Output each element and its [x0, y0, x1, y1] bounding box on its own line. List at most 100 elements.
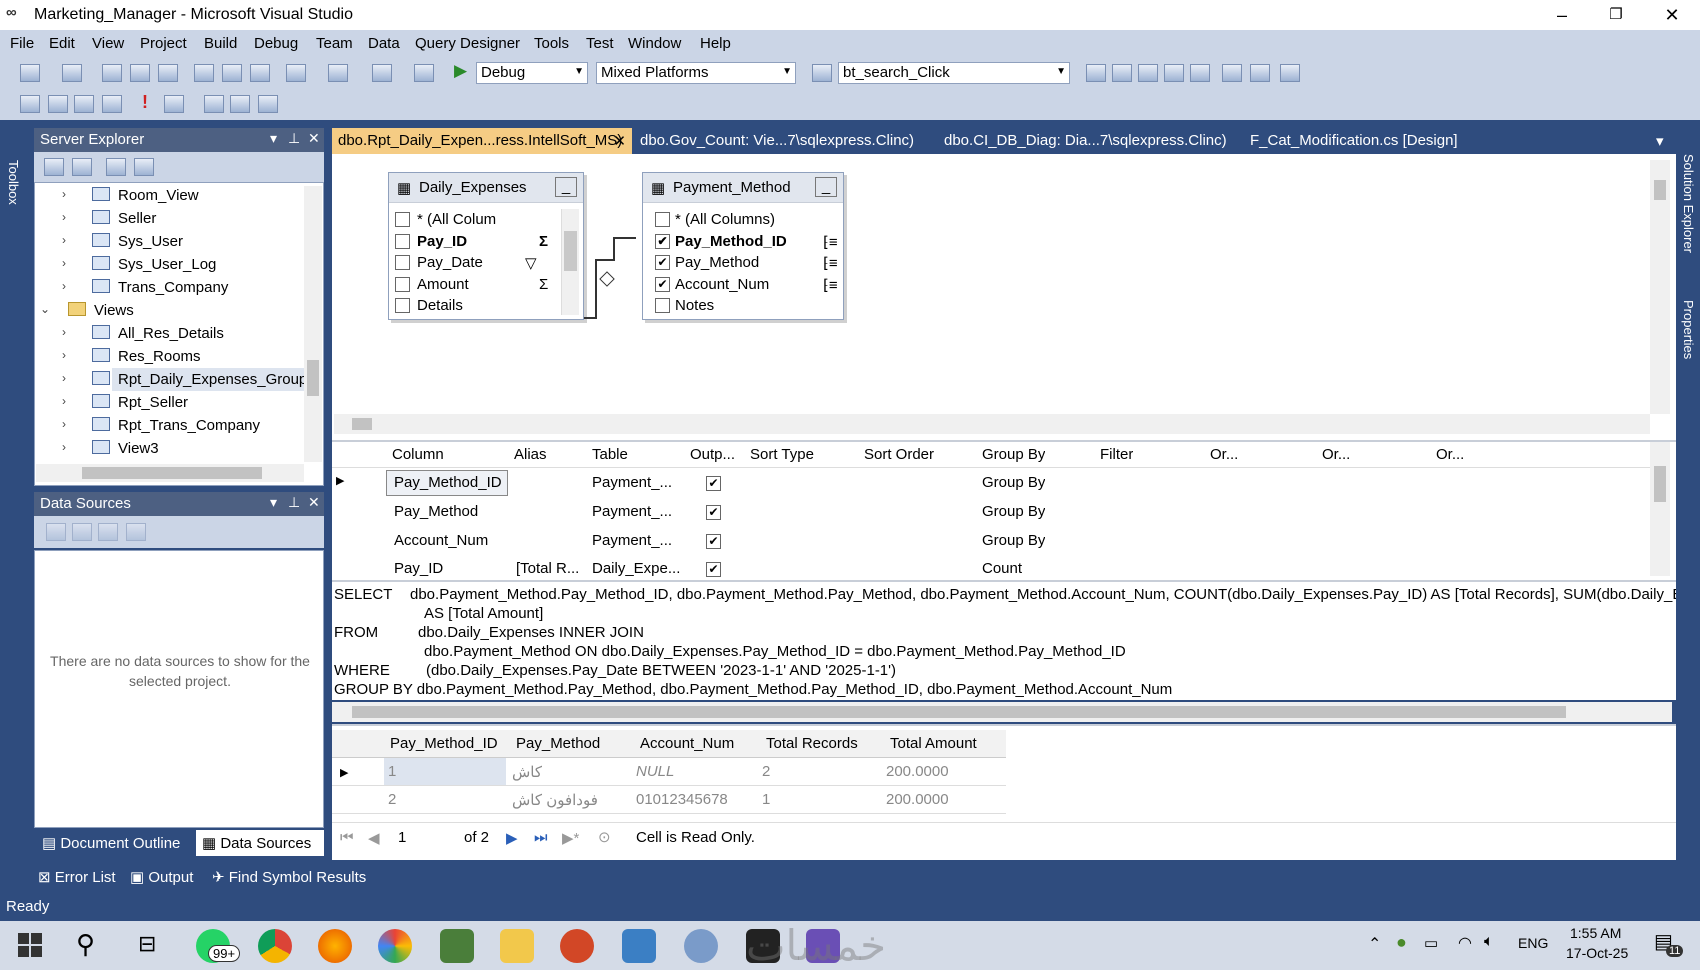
tab-f-cat-modification[interactable]: F_Cat_Modification.cs [Design] [1244, 128, 1464, 154]
first-record-icon[interactable]: ⏮ [340, 829, 354, 846]
payment-method-table-box[interactable]: ▦ Payment_Method _ * (All Columns) ✔ Pay_Me… [642, 172, 844, 320]
menu-edit[interactable]: Edit [49, 35, 75, 52]
save-all-icon[interactable] [158, 64, 178, 82]
copy-icon[interactable] [222, 64, 242, 82]
file-explorer-icon[interactable] [500, 929, 534, 963]
tab-close-icon[interactable]: ✕ [613, 132, 626, 150]
search-icon[interactable]: ⚲ [76, 929, 95, 960]
add-table-icon[interactable] [230, 95, 250, 113]
navigate-backward-icon[interactable] [372, 64, 392, 82]
output-checkbox[interactable]: ✔ [706, 534, 721, 549]
edit-dataset-icon[interactable] [72, 523, 92, 541]
save-icon[interactable] [130, 64, 150, 82]
tools-icon[interactable] [1190, 64, 1210, 82]
toolbox-tab[interactable]: Toolbox [6, 160, 21, 205]
chrome-icon[interactable] [258, 929, 292, 963]
chrome-canary-icon[interactable] [378, 929, 412, 963]
table-box-scrollbar[interactable] [561, 209, 579, 315]
connect-server-icon[interactable] [134, 158, 154, 176]
criteria-row[interactable]: Account_Num Payment_... ✔ Group By [332, 528, 1650, 556]
find-in-files-icon[interactable] [812, 64, 832, 82]
results-row[interactable]: 1 كاش NULL 2 200.0000 [332, 758, 1006, 786]
output-checkbox[interactable]: ✔ [706, 562, 721, 577]
toolbox-icon[interactable] [1164, 64, 1184, 82]
tab-rpt-daily-expenses[interactable]: dbo.Rpt_Daily_Expen...ress.IntellSoft_MS… [332, 128, 632, 154]
menu-file[interactable]: File [10, 35, 34, 52]
find-symbol-results-tab[interactable]: ✈ Find Symbol Results [212, 868, 366, 886]
stop-refresh-icon[interactable] [72, 158, 92, 176]
app-icon[interactable] [622, 929, 656, 963]
diagram-vscrollbar[interactable] [1650, 160, 1670, 414]
maximize-button[interactable]: ❐ [1596, 2, 1636, 28]
undo-icon[interactable] [286, 64, 306, 82]
close-button[interactable]: ✕ [1652, 2, 1692, 28]
add-data-source-icon[interactable] [46, 523, 66, 541]
tree-vertical-scrollbar[interactable] [304, 186, 322, 462]
criteria-row[interactable]: Pay_Method Payment_... ✔ Group By [332, 499, 1650, 527]
previous-record-icon[interactable]: ◀ [368, 829, 380, 847]
menu-team[interactable]: Team [316, 35, 353, 52]
show-sql-pane-icon[interactable] [74, 95, 94, 113]
output-checkbox[interactable]: ✔ [706, 505, 721, 520]
solution-explorer-icon[interactable] [1086, 64, 1106, 82]
daily-expenses-table-box[interactable]: ▦ Daily_Expenses _ * (All Colum Pay_ID Σ Pa… [388, 172, 584, 320]
verify-sql-icon[interactable] [164, 95, 184, 113]
properties-tab[interactable]: Properties [1681, 300, 1696, 359]
extension-icon[interactable] [1250, 64, 1270, 82]
menu-debug[interactable]: Debug [254, 35, 298, 52]
volume-icon[interactable]: 🔈︎ [1484, 933, 1494, 951]
minimize-table-icon[interactable]: _ [555, 177, 577, 197]
menu-query-designer[interactable]: Query Designer [415, 35, 520, 52]
connect-database-icon[interactable] [106, 158, 126, 176]
menu-view[interactable]: View [92, 35, 124, 52]
solution-explorer-tab[interactable]: Solution Explorer [1681, 154, 1696, 253]
show-hidden-icons-icon[interactable]: ⌃ [1368, 934, 1381, 954]
menu-build[interactable]: Build [204, 35, 237, 52]
execute-sql-icon[interactable]: ! [142, 92, 148, 113]
group-by-icon[interactable] [204, 95, 224, 113]
document-outline-tab[interactable]: ▤ Document Outline [34, 830, 194, 856]
properties-icon[interactable] [1112, 64, 1132, 82]
task-view-icon[interactable]: ⊟ [138, 931, 156, 957]
show-criteria-pane-icon[interactable] [48, 95, 68, 113]
criteria-vscrollbar[interactable] [1650, 442, 1670, 576]
refresh-data-icon[interactable] [126, 523, 146, 541]
menu-data[interactable]: Data [368, 35, 400, 52]
data-sources-tab[interactable]: ▦ Data Sources [196, 830, 324, 856]
menu-help[interactable]: Help [700, 35, 731, 52]
object-browser-icon[interactable] [1138, 64, 1158, 82]
refresh-icon[interactable] [44, 158, 64, 176]
panel-dropdown-icon[interactable]: ▾ [270, 494, 277, 511]
current-record-field[interactable]: 1 [398, 829, 406, 846]
start-debug-icon[interactable]: ▶ [454, 61, 467, 81]
menu-window[interactable]: Window [628, 35, 681, 52]
output-tab[interactable]: ▣ Output [130, 868, 193, 886]
last-record-icon[interactable]: ⏭ [534, 829, 548, 846]
sql-pane[interactable]: SELECT dbo.Payment_Method.Pay_Method_ID,… [332, 580, 1676, 700]
battery-icon[interactable]: ▭ [1424, 934, 1438, 952]
sql-hscrollbar[interactable] [332, 702, 1672, 722]
output-checkbox[interactable]: ✔ [706, 476, 721, 491]
tray-app-icon[interactable]: ● [1396, 932, 1407, 953]
wifi-icon[interactable]: ◠ [1458, 933, 1472, 953]
pin-icon[interactable]: ⊥ [288, 494, 300, 511]
find-combo[interactable]: bt_search_Click ▼ [838, 62, 1070, 84]
paste-icon[interactable] [250, 64, 270, 82]
stop-icon[interactable]: ⊙ [598, 828, 611, 846]
panel-close-icon[interactable]: ✕ [308, 130, 320, 147]
solution-config-select[interactable]: Debug ▼ [476, 62, 588, 84]
powerpoint-icon[interactable] [560, 929, 594, 963]
menu-test[interactable]: Test [586, 35, 614, 52]
diagram-hscrollbar[interactable] [334, 414, 1650, 434]
pin-icon[interactable]: ⊥ [288, 130, 300, 147]
minimize-button[interactable]: – [1542, 2, 1582, 28]
firefox-icon[interactable] [318, 929, 352, 963]
join-relationship-line[interactable] [584, 230, 646, 325]
window-layout-icon[interactable] [1280, 64, 1300, 82]
tab-overflow-icon[interactable]: ▾ [1650, 128, 1670, 154]
minimize-table-icon[interactable]: _ [815, 177, 837, 197]
clock-time[interactable]: 1:55 AM [1570, 925, 1621, 941]
navigate-forward-icon[interactable] [414, 64, 434, 82]
windows-start-icon[interactable] [18, 933, 42, 957]
menu-project[interactable]: Project [140, 35, 187, 52]
